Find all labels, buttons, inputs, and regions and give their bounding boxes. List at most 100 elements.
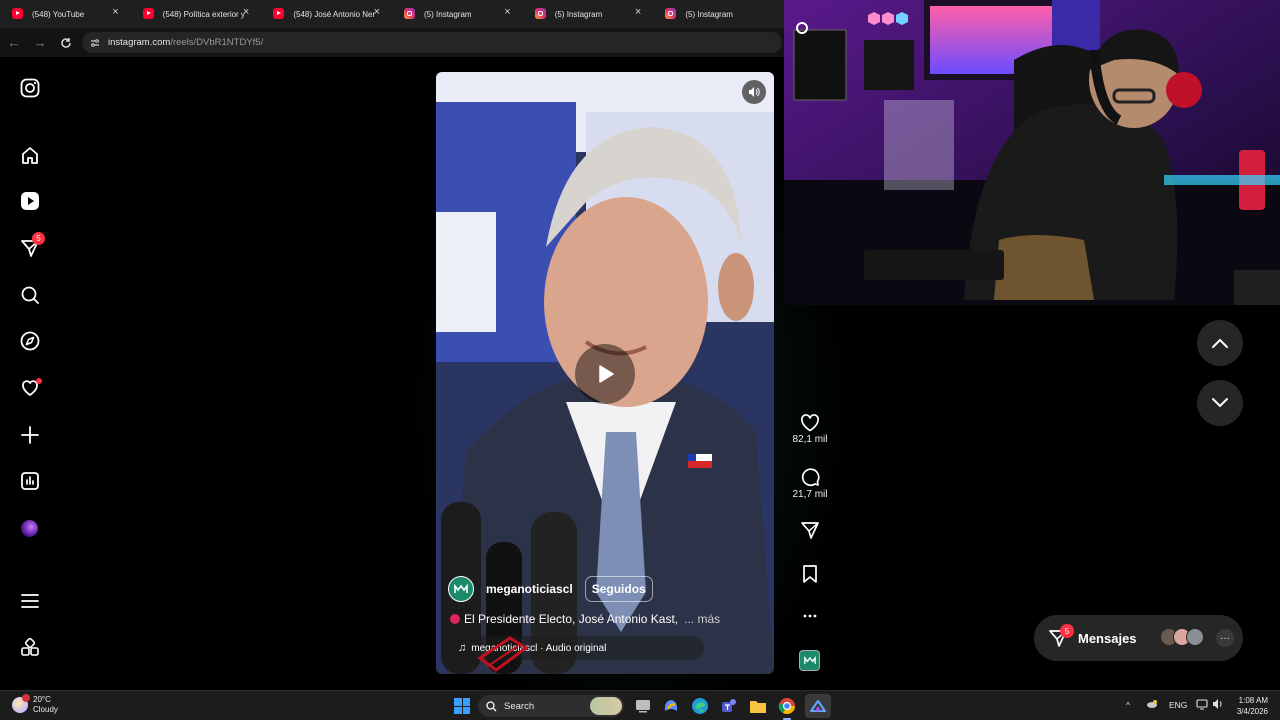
home-icon[interactable] [19, 144, 41, 166]
task-view-icon[interactable] [633, 696, 653, 716]
reel-video[interactable]: meganoticiascl Seguidos El Presidente El… [436, 72, 774, 674]
browser-tab[interactable]: (5) Instagram [653, 0, 784, 28]
show-hidden-icons-chevron[interactable]: ^ [1126, 700, 1130, 710]
tab-title: (548) José Antonio Neme [293, 9, 376, 19]
windows-taskbar: 20°C Cloudy Search ^ ENG 1:08 AM 3/4/202… [0, 690, 1280, 720]
tab-title: (5) Instagram [554, 9, 603, 19]
youtube-icon [142, 8, 154, 19]
chat-avatar [1186, 628, 1204, 646]
previous-reel-button[interactable] [1197, 320, 1243, 366]
tab-title: (548) Política exterior y cambio [162, 9, 245, 19]
weather-alert-badge [22, 694, 30, 702]
system-clock[interactable]: 1:08 AM 3/4/2026 [1222, 695, 1268, 717]
browser-tab[interactable]: (548) Política exterior y cambio × [131, 0, 262, 28]
reels-icon[interactable] [19, 190, 41, 212]
onedrive-icon[interactable] [1146, 698, 1158, 712]
messages-pill[interactable]: 5 Mensajes ··· [1034, 615, 1243, 661]
close-tab-icon[interactable]: × [243, 6, 249, 18]
language-indicator[interactable]: ENG [1169, 700, 1187, 710]
file-explorer-icon[interactable] [748, 696, 768, 716]
tab-title: (548) YouTube [32, 9, 85, 19]
heart-icon [801, 414, 819, 432]
search-icon [486, 700, 497, 711]
youtube-icon [273, 8, 285, 19]
browser-tab-strip: (548) YouTube × (548) Política exterior … [0, 0, 784, 28]
caption-more-link[interactable]: ... más [684, 612, 720, 626]
messages-label: Mensajes [1078, 630, 1137, 646]
save-action[interactable] [790, 564, 830, 584]
back-arrow-icon[interactable]: ← [2, 31, 26, 55]
tab-title: (5) Instagram [424, 9, 472, 19]
browser-tab[interactable]: (5) Instagram × [523, 0, 654, 28]
following-button[interactable]: Seguidos [584, 576, 653, 602]
share-action[interactable] [790, 520, 830, 540]
more-options-action[interactable] [790, 608, 830, 624]
music-note-icon: ♫ [458, 642, 467, 654]
search-label: Search [504, 700, 535, 712]
next-reel-button[interactable] [1197, 380, 1243, 426]
teams-icon[interactable] [719, 696, 739, 716]
reel-caption[interactable]: El Presidente Electo, José Antonio Kast,… [450, 612, 720, 626]
more-chats-icon: ··· [1216, 629, 1234, 647]
youtube-icon [12, 8, 23, 19]
search-highlight-art [590, 697, 622, 715]
volume-toggle-button[interactable] [742, 80, 766, 104]
tab-title: (5) Instagram [685, 9, 733, 19]
menu-hamburger-icon[interactable] [19, 590, 41, 612]
author-username[interactable]: meganoticiascl [486, 582, 573, 596]
close-tab-icon[interactable]: × [374, 6, 380, 18]
desktop-screen: (548) YouTube × (548) Política exterior … [0, 0, 1280, 720]
weather-desc: Cloudy [33, 705, 58, 714]
url-path: /reels/DVbR1NTDYf5/ [170, 37, 264, 48]
instagram-icon [534, 8, 546, 19]
like-action[interactable]: 82,1 mil [790, 414, 830, 445]
site-info-icon[interactable] [88, 36, 102, 50]
speaker-icon [749, 87, 760, 97]
browser-tab[interactable]: (5) Instagram × [392, 0, 523, 28]
windows-start-icon[interactable] [454, 698, 470, 714]
more-dots-icon [803, 614, 817, 618]
taskbar-search-box[interactable]: Search [478, 695, 624, 717]
play-button[interactable] [575, 344, 635, 404]
copilot-icon[interactable] [661, 696, 681, 716]
browser-tab[interactable]: (548) José Antonio Neme × [261, 0, 392, 28]
messages-badge: 5 [32, 232, 45, 245]
edge-browser-icon[interactable] [690, 696, 710, 716]
recent-chat-avatars [1160, 628, 1204, 646]
weather-text: 20°C Cloudy [33, 695, 58, 715]
profile-avatar[interactable] [21, 520, 38, 537]
instagram-logo-icon[interactable] [19, 77, 41, 99]
chrome-icon[interactable] [777, 696, 797, 720]
close-tab-icon[interactable]: × [504, 6, 510, 18]
meganoticias-logo-icon [803, 656, 816, 664]
clock-time: 1:08 AM [1238, 696, 1268, 705]
like-count: 82,1 mil [792, 434, 828, 445]
search-icon[interactable] [19, 284, 41, 306]
notification-dot [36, 378, 42, 384]
reload-icon[interactable] [54, 31, 78, 55]
play-icon [599, 365, 614, 383]
chevron-down-icon [1212, 398, 1228, 408]
network-icon[interactable] [1196, 698, 1208, 712]
explore-icon[interactable] [19, 330, 41, 352]
comment-icon [801, 468, 820, 487]
dashboard-icon[interactable] [19, 470, 41, 492]
weather-widget[interactable]: 20°C Cloudy [12, 694, 58, 715]
streaming-app-icon[interactable] [805, 694, 831, 718]
close-tab-icon[interactable]: × [112, 6, 118, 18]
author-avatar[interactable] [448, 576, 474, 602]
audio-source-thumbnail[interactable] [799, 650, 820, 671]
also-from-meta-icon[interactable] [19, 637, 41, 659]
comment-count: 21,7 mil [792, 489, 828, 500]
browser-toolbar: ← → instagram.com/reels/DVbR1NTDYf5/ [0, 28, 784, 57]
forward-arrow-icon[interactable]: → [28, 31, 52, 55]
comment-action[interactable]: 21,7 mil [790, 467, 830, 500]
url-host: instagram.com [108, 37, 171, 48]
close-tab-icon[interactable]: × [635, 6, 641, 18]
create-plus-icon[interactable] [19, 424, 41, 446]
stream-overlay-logo-icon [477, 636, 529, 672]
browser-tab[interactable]: (548) YouTube × [0, 0, 131, 28]
red-circle-emoji [450, 614, 460, 624]
address-bar[interactable]: instagram.com/reels/DVbR1NTDYf5/ [82, 32, 782, 53]
share-icon [801, 522, 819, 539]
